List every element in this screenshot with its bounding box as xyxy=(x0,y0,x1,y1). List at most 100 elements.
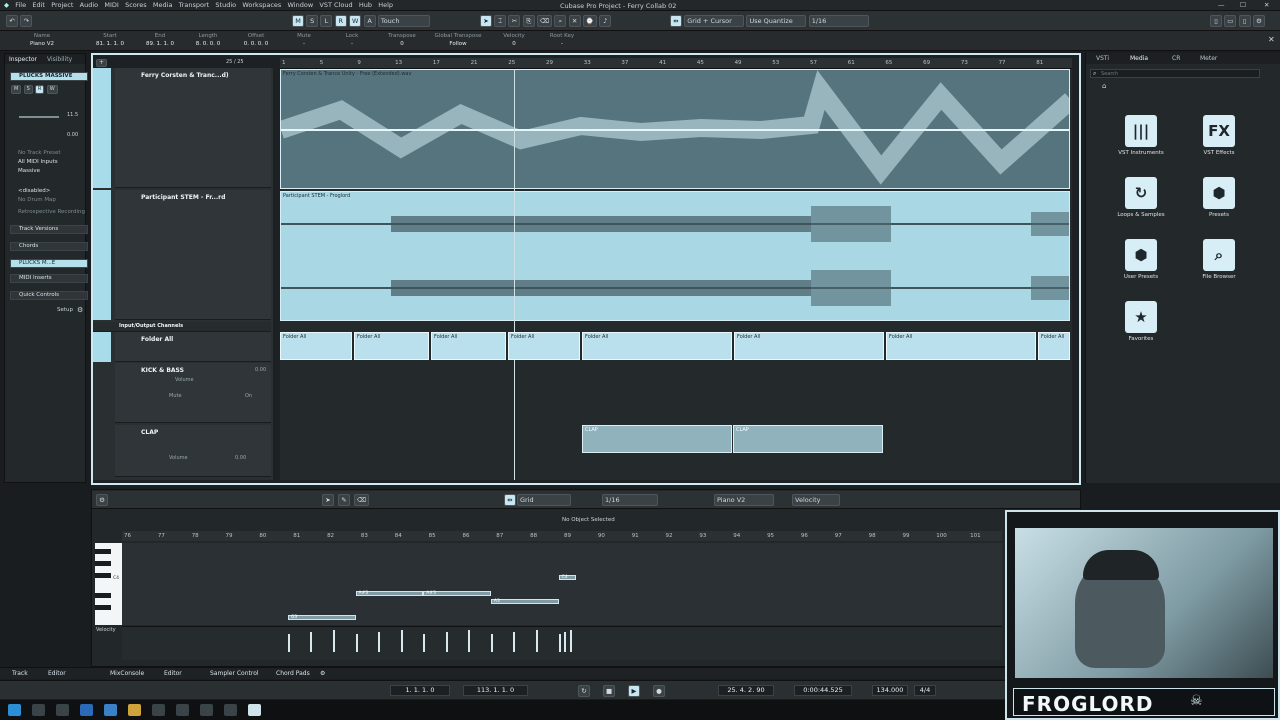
folder-part[interactable]: Folder All xyxy=(582,332,732,360)
close-window-icon[interactable]: ✕ xyxy=(1264,1,1269,9)
tab-track[interactable]: Track xyxy=(12,670,28,677)
info-lock[interactable]: Lock - xyxy=(330,33,374,47)
section-midi-inserts[interactable]: MIDI Inserts xyxy=(10,274,88,283)
automation-mode-select[interactable]: Touch xyxy=(377,15,430,27)
tile-vst-instruments[interactable]: ||| VST Instruments xyxy=(1106,115,1176,156)
tile-file-browser[interactable]: ⌕ File Browser xyxy=(1184,239,1254,280)
menu-edit[interactable]: Edit xyxy=(32,1,45,9)
info-global-transpose[interactable]: Global Transpose Follow xyxy=(430,33,486,47)
info-root-key[interactable]: Root Key - xyxy=(540,33,584,47)
key-snap-icon[interactable]: ⇹ xyxy=(504,494,516,506)
part-name-select[interactable]: Piano V2 xyxy=(714,494,774,506)
track-preset[interactable]: No Track Preset xyxy=(10,150,88,159)
menu-project[interactable]: Project xyxy=(51,1,73,9)
tab-meter[interactable]: Meter xyxy=(1200,55,1217,62)
info-mute[interactable]: Mute - xyxy=(282,33,326,47)
kick-mute-param[interactable]: Mute xyxy=(169,393,182,399)
media-search-input[interactable]: ⌕ Search xyxy=(1090,69,1260,78)
folder-part[interactable]: Folder All xyxy=(886,332,1036,360)
track-participant-stem[interactable]: Participant STEM - Fr...rd xyxy=(115,190,271,320)
key-snap-select[interactable]: Grid xyxy=(517,494,571,506)
listen-mode-button[interactable]: L xyxy=(320,15,333,27)
folder-part[interactable]: Folder All xyxy=(734,332,884,360)
setup-button[interactable]: Setup xyxy=(57,307,73,313)
quantize-value-select[interactable]: 1/16 xyxy=(808,15,869,27)
minimize-window-icon[interactable]: — xyxy=(1218,1,1225,9)
play-icon[interactable]: ▶ xyxy=(628,685,640,697)
note-grid[interactable]: C4 A#3 A#3 A3 G3 xyxy=(122,543,1002,625)
section-chords[interactable]: Chords xyxy=(10,242,88,251)
show-lower-zone-icon[interactable]: ▭ xyxy=(1224,15,1237,27)
info-name[interactable]: Name Piano V2 xyxy=(20,33,64,47)
zoom-tool-icon[interactable]: ⌕ xyxy=(554,15,567,27)
menu-file[interactable]: File xyxy=(15,1,26,9)
info-end[interactable]: End 89. 1. 1. 0 xyxy=(138,33,182,47)
mail-icon[interactable] xyxy=(176,704,189,716)
velocity-bar[interactable] xyxy=(513,632,516,652)
velocity-bar[interactable] xyxy=(536,630,539,652)
velocity-lane[interactable] xyxy=(122,626,1002,660)
clap-part[interactable]: CLAP xyxy=(733,425,883,453)
tab-inspector[interactable]: Inspector xyxy=(9,56,37,63)
velocity-bar[interactable] xyxy=(355,634,358,652)
menu-scores[interactable]: Scores xyxy=(125,1,147,9)
audio-event-participant[interactable]: Participant STEM - Froglord xyxy=(280,191,1070,321)
menu-vst-cloud[interactable]: VST Cloud xyxy=(319,1,352,9)
tab-cr[interactable]: CR xyxy=(1172,55,1180,62)
tab-visibility[interactable]: Visibility xyxy=(47,56,72,63)
app-icon[interactable] xyxy=(224,704,237,716)
edge-icon[interactable] xyxy=(104,704,117,716)
tile-favorites[interactable]: ★ Favorites xyxy=(1106,301,1176,342)
tile-user-presets[interactable]: ⬢ User Presets xyxy=(1106,239,1176,280)
tile-vst-effects[interactable]: FX VST Effects xyxy=(1184,115,1254,156)
controller-select[interactable]: Velocity xyxy=(792,494,840,506)
info-length[interactable]: Length 8. 0. 0. 0 xyxy=(186,33,230,47)
menu-workspaces[interactable]: Workspaces xyxy=(242,1,281,9)
kick-param[interactable]: Volume xyxy=(175,377,194,383)
start-icon[interactable] xyxy=(8,704,21,716)
tab-media[interactable]: Media xyxy=(1130,55,1148,62)
info-velocity[interactable]: Velocity 0 xyxy=(492,33,536,47)
project-cursor[interactable] xyxy=(514,69,515,480)
section-track-versions[interactable]: Track Versions xyxy=(10,225,88,234)
redo-icon[interactable]: ↷ xyxy=(20,15,33,27)
position-bars[interactable]: 25. 4. 2. 90 xyxy=(718,685,774,696)
velocity-bar[interactable] xyxy=(332,630,335,652)
mute-icon[interactable]: M xyxy=(11,85,22,94)
tab-editor-lower[interactable]: Editor xyxy=(164,670,182,677)
inspector-track-name[interactable]: PLUCKS MASSIVE xyxy=(10,72,88,81)
lower-zone-settings-icon[interactable]: ⚙ xyxy=(320,670,325,677)
track-kick-bass[interactable]: KICK & BASS Volume Mute On 0.00 xyxy=(115,363,271,423)
show-right-zone-icon[interactable]: ▯ xyxy=(1238,15,1251,27)
add-track-icon[interactable]: + xyxy=(96,59,108,67)
section-quick-controls[interactable]: Quick Controls xyxy=(10,291,88,300)
range-tool-icon[interactable]: ⌶ xyxy=(494,15,507,27)
clap-param[interactable]: Volume xyxy=(169,455,188,461)
tempo-display[interactable]: 134.000 xyxy=(872,685,908,696)
cubase-taskbar-icon[interactable] xyxy=(248,704,261,716)
menu-media[interactable]: Media xyxy=(153,1,173,9)
left-locator[interactable]: 1. 1. 1. 0 xyxy=(390,685,450,696)
task-view-icon[interactable] xyxy=(56,704,69,716)
position-time[interactable]: 0:00:44.525 xyxy=(794,685,852,696)
midi-note[interactable]: A#3 xyxy=(423,591,491,596)
clap-part[interactable]: CLAP xyxy=(582,425,732,453)
folder-part[interactable]: Folder All xyxy=(354,332,429,360)
midi-note[interactable]: C4 xyxy=(558,575,576,580)
read-automation-button[interactable]: R xyxy=(334,15,347,27)
stop-icon[interactable]: ■ xyxy=(603,685,616,697)
menu-help[interactable]: Help xyxy=(378,1,393,9)
menu-midi[interactable]: MIDI xyxy=(104,1,118,9)
info-transpose[interactable]: Transpose 0 xyxy=(380,33,424,47)
editor-settings-icon[interactable]: ⚙ xyxy=(96,494,108,506)
tab-chord-pads[interactable]: Chord Pads xyxy=(276,670,310,677)
velocity-bar[interactable] xyxy=(558,634,561,652)
track-ferry-corsten[interactable]: Ferry Corsten & Tranc...d) xyxy=(115,68,271,188)
mute-mode-button[interactable]: M xyxy=(292,15,304,27)
tab-editor[interactable]: Editor xyxy=(48,670,66,677)
event-display[interactable]: Ferry Corsten & Trance Unity - Free (Ext… xyxy=(280,69,1072,480)
tab-mixconsole[interactable]: MixConsole xyxy=(110,670,144,677)
timewarp-tool-icon[interactable]: ⌚ xyxy=(582,15,597,27)
disabled-field[interactable]: <disabled> xyxy=(10,188,88,197)
split-tool-icon[interactable]: ✂ xyxy=(508,15,521,27)
